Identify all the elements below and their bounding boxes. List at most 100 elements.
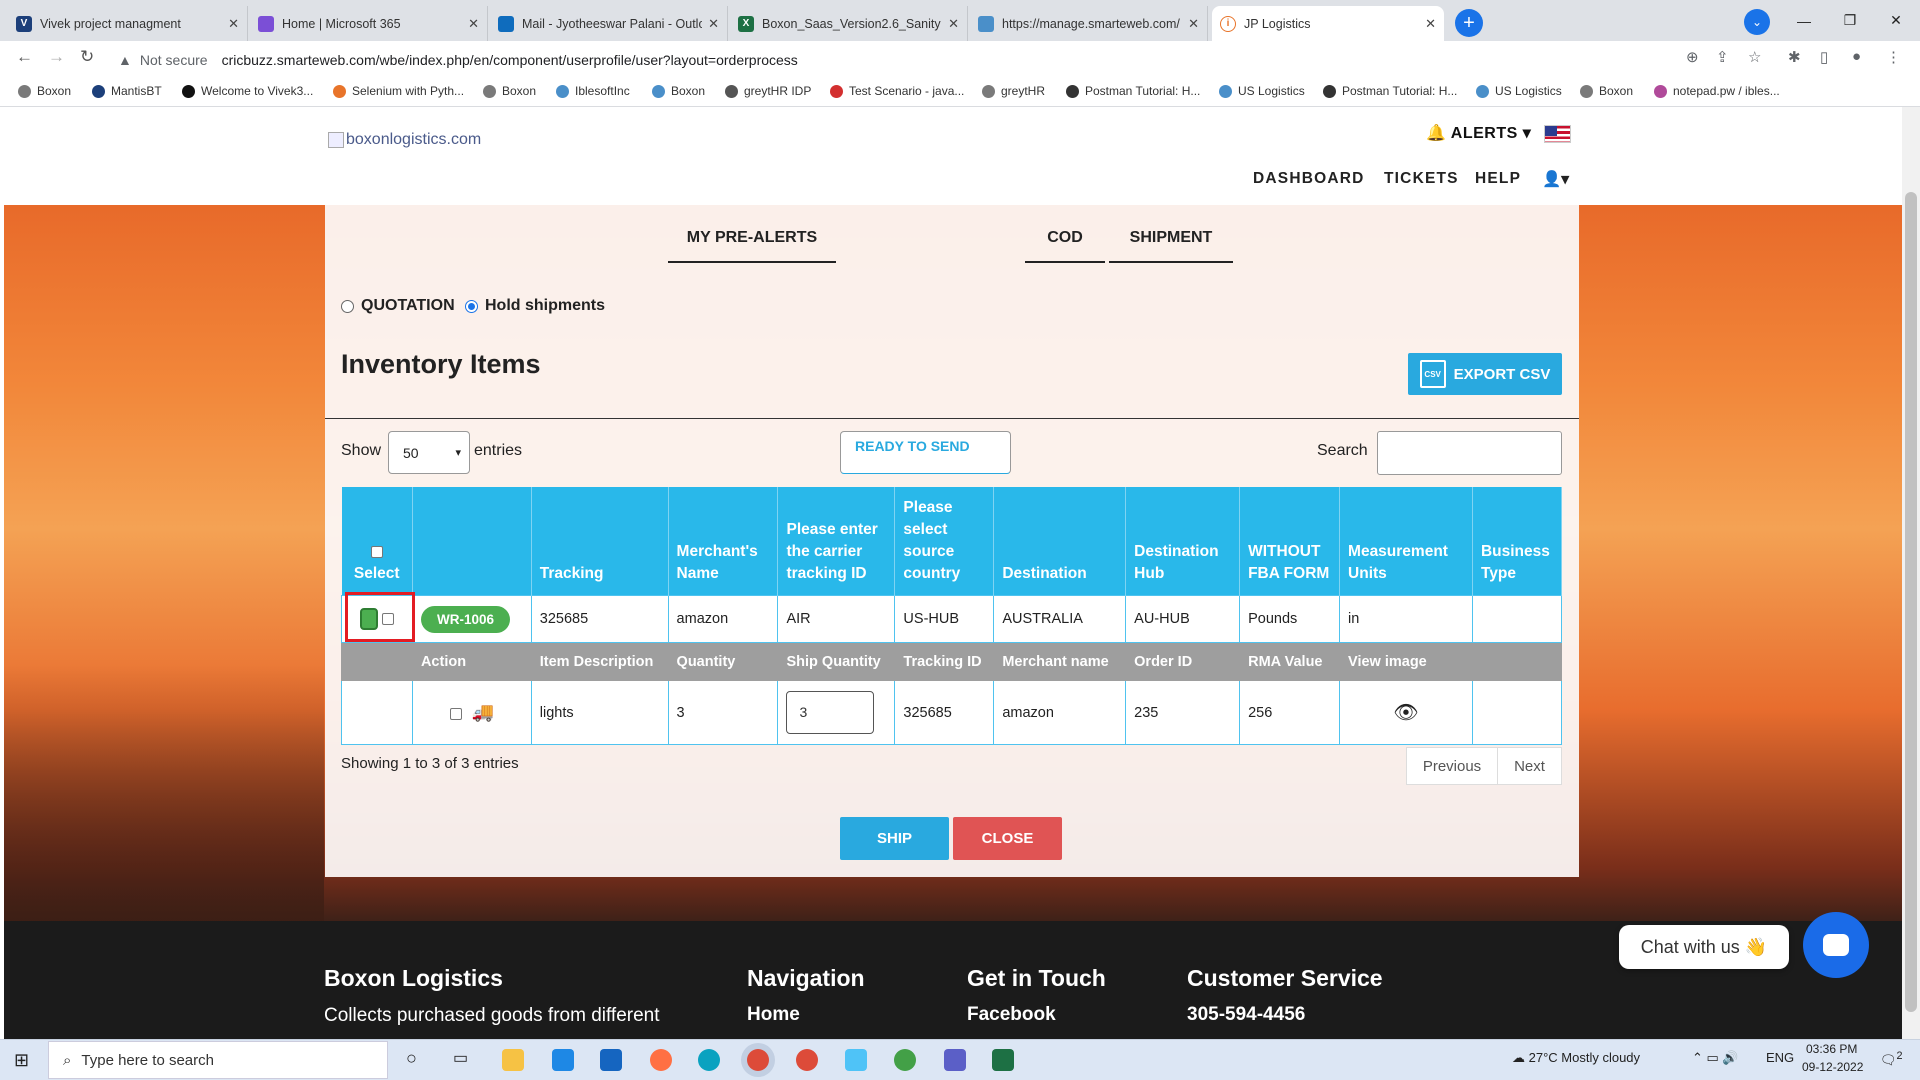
task-view-icon[interactable]: ▭ [453, 1048, 468, 1068]
browser-tab-4[interactable]: X Boxon_Saas_Version2.6_Sanity Ca ✕ [730, 6, 968, 41]
sidepanel-icon[interactable]: ▯ [1820, 48, 1828, 66]
bookmark-item[interactable]: Test Scenario - java... [830, 84, 964, 98]
tray-icons[interactable]: ⌃ ▭ 🔊 [1692, 1050, 1739, 1066]
browser-tab-6[interactable]: i JP Logistics ✕ [1212, 6, 1444, 41]
reload-icon[interactable]: ↻ [80, 47, 94, 67]
bookmark-item[interactable]: Boxon [483, 84, 536, 98]
browser-tab-3[interactable]: Mail - Jyotheeswar Palani - Outlo ✕ [490, 6, 728, 41]
export-csv-button[interactable]: CSV EXPORT CSV [1408, 353, 1562, 395]
excel-icon[interactable] [992, 1049, 1014, 1071]
window-close-button[interactable]: ✕ [1873, 0, 1919, 41]
scrollbar-thumb[interactable] [1905, 192, 1917, 1012]
radio-hold-shipments[interactable]: Hold shipments [465, 297, 605, 315]
nav-help[interactable]: HELP [1475, 170, 1521, 188]
back-icon[interactable]: ← [16, 47, 33, 67]
language-indicator[interactable]: ENG [1766, 1050, 1794, 1065]
select-all-checkbox[interactable] [370, 545, 383, 558]
browser-tab-2[interactable]: Home | Microsoft 365 ✕ [250, 6, 488, 41]
cortana-icon[interactable]: ○ [406, 1048, 417, 1069]
search-input[interactable] [1377, 431, 1562, 475]
url-bar[interactable]: ▲ Not secure cricbuzz.smarteweb.com/wbe/in… [118, 46, 1678, 74]
bookmark-item[interactable]: greytHR [982, 84, 1045, 98]
close-icon[interactable]: ✕ [948, 16, 959, 32]
previous-button[interactable]: Previous [1406, 747, 1498, 785]
footer-phone[interactable]: 305-594-4456 [1187, 1004, 1305, 1026]
tab-shipment[interactable]: SHIPMENT [1109, 229, 1233, 263]
tab-search-icon[interactable]: ⌄ [1744, 9, 1770, 35]
bookmark-item[interactable]: Boxon [1580, 84, 1633, 98]
bookmark-item[interactable]: US Logistics [1476, 84, 1562, 98]
mail-icon[interactable] [600, 1049, 622, 1071]
truck-icon[interactable]: 🚚 [472, 702, 494, 722]
bookmark-item[interactable]: Selenium with Pyth... [333, 84, 464, 98]
taskbar-search[interactable]: ⌕ Type here to search [48, 1041, 388, 1079]
weather-widget[interactable]: ☁ 27°C Mostly cloudy [1512, 1050, 1640, 1066]
close-icon[interactable]: ✕ [708, 16, 719, 32]
chat-bubble-icon[interactable] [1803, 912, 1869, 978]
outlook-icon [498, 15, 514, 32]
tab-cod[interactable]: COD [1025, 229, 1105, 263]
footer-link-home[interactable]: Home [747, 1004, 800, 1026]
site-logo[interactable]: boxonlogistics.com [328, 131, 481, 149]
share-icon[interactable]: ⇪ [1716, 48, 1729, 66]
edge-icon[interactable] [698, 1049, 720, 1071]
next-button[interactable]: Next [1497, 747, 1562, 785]
close-icon[interactable]: ✕ [468, 16, 479, 32]
bookmark-item[interactable]: Welcome to Vivek3... [182, 84, 313, 98]
close-icon[interactable]: ✕ [1188, 16, 1199, 32]
ship-quantity-input[interactable]: 3 [786, 691, 875, 734]
radio-circle-selected[interactable] [465, 299, 478, 313]
nav-dashboard[interactable]: DASHBOARD [1253, 170, 1365, 188]
bookmark-item[interactable]: Postman Tutorial: H... [1066, 84, 1200, 98]
star-icon[interactable]: ☆ [1748, 48, 1761, 66]
file-explorer-icon[interactable] [502, 1049, 524, 1071]
alerts-menu[interactable]: 🔔 ALERTS ▾ [1426, 123, 1531, 143]
extensions-icon[interactable]: ✱ [1788, 48, 1801, 66]
forward-icon[interactable]: → [48, 47, 65, 67]
nav-tickets[interactable]: TICKETS [1384, 170, 1459, 188]
eye-icon[interactable]: 👁 [1393, 702, 1418, 724]
user-menu-icon[interactable]: 👤▾ [1542, 170, 1569, 189]
ship-button[interactable]: SHIP [840, 817, 949, 860]
bookmark-item[interactable]: Postman Tutorial: H... [1323, 84, 1457, 98]
radio-circle[interactable] [341, 299, 354, 313]
radio-quotation[interactable]: QUOTATION [341, 297, 455, 315]
chrome-icon[interactable] [747, 1049, 769, 1071]
entries-select[interactable]: 50 ▾ [388, 431, 470, 474]
chat-prompt[interactable]: Chat with us 👋 [1619, 925, 1789, 969]
browser-tab-5[interactable]: https://manage.smarteweb.com/ ✕ [970, 6, 1208, 41]
firefox-icon[interactable] [650, 1049, 672, 1071]
wr-badge[interactable]: WR-1006 [420, 605, 510, 633]
close-icon[interactable]: ✕ [228, 16, 239, 32]
restore-button[interactable]: ❐ [1827, 0, 1873, 41]
bookmark-item[interactable]: US Logistics [1219, 84, 1305, 98]
bookmark-item[interactable]: greytHR IDP [725, 84, 811, 98]
menu-icon[interactable]: ⋮ [1886, 48, 1901, 66]
clock-time[interactable]: 03:36 PM [1806, 1042, 1857, 1056]
python-icon[interactable] [894, 1049, 916, 1071]
bookmark-item[interactable]: MantisBT [92, 84, 162, 98]
new-tab-button[interactable]: + [1455, 9, 1483, 37]
tab-my-pre-alerts[interactable]: MY PRE-ALERTS [668, 229, 836, 263]
profile-icon[interactable]: ● [1852, 48, 1861, 65]
teams-icon[interactable] [944, 1049, 966, 1071]
bookmark-item[interactable]: Boxon [18, 84, 71, 98]
clock-date[interactable]: 09-12-2022 [1802, 1060, 1863, 1074]
item-checkbox[interactable] [449, 708, 462, 721]
browser-tab-1[interactable]: V Vivek project managment ✕ [8, 6, 248, 41]
tab-ready-to-send[interactable]: READY TO SEND [840, 431, 1011, 474]
chrome-icon[interactable] [796, 1049, 818, 1071]
windows-start-icon[interactable]: ⊞ [14, 1050, 29, 1071]
notes-icon[interactable] [845, 1049, 867, 1071]
zoom-icon[interactable]: ⊕ [1686, 48, 1699, 66]
store-icon[interactable] [552, 1049, 574, 1071]
bookmark-item[interactable]: Boxon [652, 84, 705, 98]
close-icon[interactable]: ✕ [1425, 16, 1436, 32]
close-button[interactable]: CLOSE [953, 817, 1062, 860]
bookmark-item[interactable]: notepad.pw / ibles... [1654, 84, 1780, 98]
bookmark-item[interactable]: IblesoftInc [556, 84, 630, 98]
us-flag-icon[interactable] [1544, 125, 1571, 143]
notification-icon[interactable]: 🗨2 [1880, 1050, 1903, 1068]
footer-link-facebook[interactable]: Facebook [967, 1004, 1056, 1026]
minimize-button[interactable]: — [1781, 0, 1827, 41]
